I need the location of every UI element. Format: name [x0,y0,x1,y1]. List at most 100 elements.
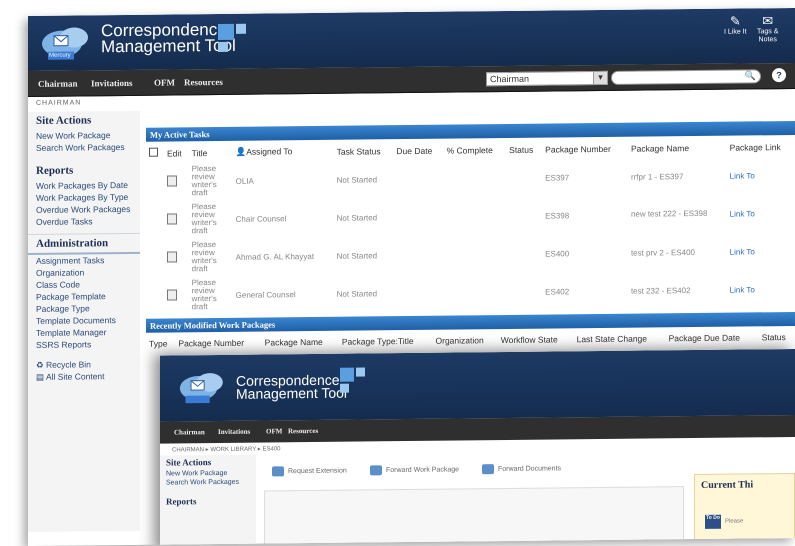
recycle-bin-label: Recycle Bin [46,359,91,370]
search-icon[interactable]: 🔍 [745,70,756,81]
request-extension-button[interactable]: Request Extension [272,466,347,477]
breadcrumb: CHAIRMAN [36,99,82,107]
help-icon[interactable]: ? [772,68,786,83]
col-percent-complete[interactable]: % Complete [444,138,507,160]
forward-work-package-label: Forward Work Package [386,466,460,475]
forward-documents-label: Forward Documents [498,465,562,473]
inner-nav-ofm[interactable]: OFM [266,427,282,435]
forward-documents-button[interactable]: Forward Documents [482,463,562,475]
logo-square [236,23,246,34]
logo-square [218,41,228,53]
app-header: Mercury Correspondence Management Tool ✎… [28,7,795,71]
task-status: Not Started [336,212,378,223]
package-link[interactable]: Link To [727,270,795,309]
task-title[interactable]: Please review writer's draft [189,276,233,314]
todo-icon: To Do [705,514,721,529]
package-link[interactable]: Link To [727,232,795,271]
col-task-status[interactable]: Task Status [334,139,394,161]
notes-label: Notes [758,36,777,44]
col-workflow-state[interactable]: Workflow State [498,328,574,349]
scope-select[interactable]: Chairman ▾ [486,70,608,87]
table-row: Please review writer's draft General Cou… [146,270,795,315]
package-name: test prv 2 - ES400 [630,247,695,258]
col-type[interactable]: Type [146,332,175,352]
col-package-name[interactable]: Package Name [628,136,727,158]
package-number: ES398 [545,210,570,221]
forward-work-package-button[interactable]: Forward Work Package [370,464,460,476]
inner-app-title: Correspondence Management Tool [236,372,347,402]
sidebar-item-all-site-content[interactable]: ▤ All Site Content [28,370,140,383]
inner-search-work-packages[interactable]: Search Work Packages [160,478,256,489]
col-package-due-date[interactable]: Package Due Date [666,326,759,347]
col-status[interactable]: Status [759,326,795,346]
chevron-down-icon: ▾ [593,71,607,85]
i-like-it-button[interactable]: ✎ I Like It [724,14,747,36]
sidebar: Site Actions New Work Package Search Wor… [28,110,140,533]
task-title[interactable]: Please review writer's draft [189,200,233,238]
nav-resources[interactable]: Resources [184,77,223,87]
active-tasks-table: Edit Title 👤Assigned To Task Status Due … [146,135,795,315]
edit-icon[interactable] [166,288,177,301]
task-title[interactable]: Please review writer's draft [189,162,233,200]
current-things-title: Current Thi [701,479,754,491]
reports-heading: Reports [36,164,74,177]
col-assigned-to[interactable]: 👤Assigned To [233,140,334,162]
edit-icon[interactable] [166,212,177,225]
brand-label: Mercury [49,52,71,59]
package-name: new test 222 - ES398 [630,208,708,219]
tags-label: Tags & [757,28,779,36]
package-name: test 232 - ES402 [630,285,691,296]
select-all-checkbox[interactable] [149,147,158,157]
mercury-logo-icon [179,373,223,404]
col-organization[interactable]: Organization [433,329,498,350]
administration-heading: Administration [28,232,140,255]
package-link[interactable]: Link To [727,194,795,233]
sidebar-item-overdue-tasks[interactable]: Overdue Tasks [28,215,140,228]
inner-nav-invitations[interactable]: Invitations [218,428,250,436]
task-assigned: OLIA [235,176,254,186]
col-assigned-label: Assigned To [246,146,293,157]
task-assigned: Chair Counsel [235,213,287,224]
col-package-link[interactable]: Package Link [727,135,795,157]
select-all-cell [146,142,164,163]
recycle-bin-icon: ♻ [36,359,44,370]
nav-chairman[interactable]: Chairman [38,78,78,88]
edit-icon[interactable] [166,174,177,187]
app-window: Mercury Correspondence Management Tool ✎… [28,7,795,546]
todo-text: Please [725,518,744,525]
scope-value: Chairman [490,73,530,85]
package-number: ES397 [545,172,570,183]
tags-notes-button[interactable]: ✉ Tags & Notes [757,13,779,44]
col-title[interactable]: Title [189,141,233,162]
inner-nav-chairman[interactable]: Chairman [174,428,205,436]
edit-icon[interactable] [166,250,177,263]
inner-content-area [264,486,684,546]
request-extension-label: Request Extension [288,467,347,476]
package-link[interactable]: Link To [727,156,795,195]
search-input[interactable]: 🔍 [611,69,761,85]
col-package-number[interactable]: Package Number [175,332,261,353]
all-site-content-label: All Site Content [45,371,105,382]
nav-invitations[interactable]: Invitations [91,78,133,88]
site-actions-heading: Site Actions [36,114,92,127]
inner-nav-resources[interactable]: Resources [288,427,318,435]
app-title: Correspondence Management Tool [101,20,236,56]
task-title[interactable]: Please review writer's draft [189,238,233,276]
col-status[interactable]: Status [506,138,542,159]
notes-icon: ✉ [762,13,774,29]
col-last-state-change[interactable]: Last State Change [574,327,666,348]
col-package-type-title[interactable]: Package Type:Title [339,330,433,351]
col-package-number[interactable]: Package Number [542,137,628,159]
task-assigned: Ahmad G. AL Khayyat [235,251,315,262]
inner-reports-heading: Reports [166,496,197,507]
col-package-name[interactable]: Package Name [262,331,339,352]
package-number: ES402 [545,286,570,297]
inner-header: Correspondence Management Tool [160,348,795,422]
package-number: ES400 [545,248,570,259]
col-due-date[interactable]: Due Date [393,139,443,161]
task-status: Not Started [336,288,378,299]
forward-icon [482,464,494,475]
col-edit[interactable]: Edit [164,141,189,162]
nav-ofm[interactable]: OFM [154,77,175,87]
inner-site-actions-heading: Site Actions [166,457,212,468]
